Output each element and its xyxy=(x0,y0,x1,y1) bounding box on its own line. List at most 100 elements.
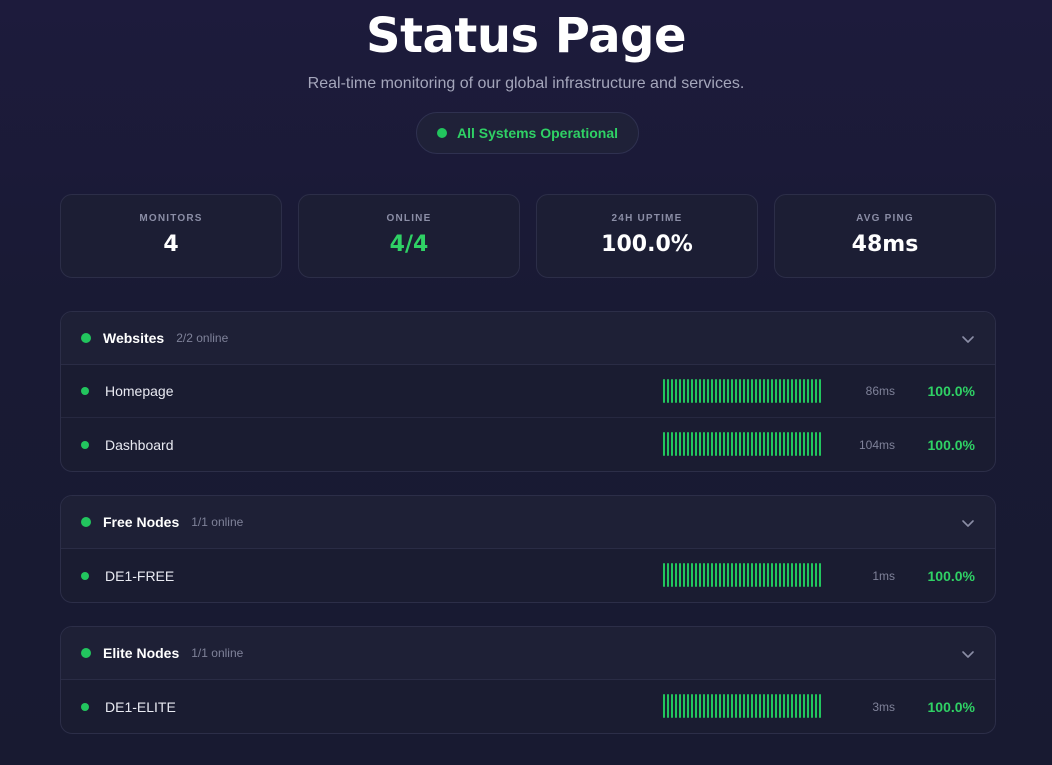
uptime-bar xyxy=(803,379,805,403)
uptime-bar xyxy=(811,694,813,718)
group-online-count: 1/1 online xyxy=(191,646,244,660)
uptime-bar xyxy=(779,563,781,587)
uptime-bar xyxy=(723,694,725,718)
uptime-bar xyxy=(691,563,693,587)
monitor-row-dashboard[interactable]: Dashboard 104ms 100.0% xyxy=(61,418,995,471)
stat-value: 4/4 xyxy=(389,232,429,257)
uptime-bar xyxy=(743,694,745,718)
uptime-bar xyxy=(691,379,693,403)
uptime-bar xyxy=(807,432,809,456)
uptime-bar xyxy=(679,432,681,456)
uptime-bar xyxy=(723,563,725,587)
uptime-bar xyxy=(675,379,677,403)
uptime-bar xyxy=(707,563,709,587)
uptime-bar xyxy=(723,432,725,456)
uptime-bar xyxy=(759,694,761,718)
uptime-bar xyxy=(783,563,785,587)
status-dot-icon xyxy=(81,517,91,527)
uptime-bar xyxy=(771,379,773,403)
uptime-bar xyxy=(695,694,697,718)
uptime-bar xyxy=(667,379,669,403)
status-dot-icon xyxy=(81,571,89,580)
uptime-bar xyxy=(671,432,673,456)
uptime-bar xyxy=(719,563,721,587)
uptime-bar xyxy=(699,694,701,718)
uptime-bar xyxy=(719,432,721,456)
group-header-websites[interactable]: Websites 2/2 online xyxy=(61,312,995,365)
uptime-bar xyxy=(783,379,785,403)
stat-value: 4 xyxy=(163,232,179,257)
uptime-bar xyxy=(739,432,741,456)
uptime-bar xyxy=(747,694,749,718)
uptime-bars xyxy=(663,563,821,587)
group-name: Elite Nodes xyxy=(103,645,180,661)
uptime-bar xyxy=(675,563,677,587)
uptime-bar xyxy=(811,563,813,587)
uptime-bar xyxy=(791,694,793,718)
status-dot-icon xyxy=(436,128,447,138)
uptime-bar xyxy=(803,563,805,587)
uptime-bar xyxy=(743,379,745,403)
stat-label: AVG PING xyxy=(856,213,914,224)
stat-card-uptime: 24H UPTIME 100.0% xyxy=(536,194,758,278)
uptime-bar xyxy=(767,563,769,587)
monitor-group-free-nodes: Free Nodes 1/1 online DE1-FREE 1ms 100.0… xyxy=(60,495,996,603)
stat-value: 48ms xyxy=(851,232,919,257)
status-dot-icon xyxy=(81,648,91,658)
uptime-bar xyxy=(771,432,773,456)
uptime-bar xyxy=(699,432,701,456)
uptime-bar xyxy=(687,563,689,587)
uptime-bar xyxy=(775,432,777,456)
uptime-bar xyxy=(703,694,705,718)
uptime-bar xyxy=(755,694,757,718)
chevron-down-icon[interactable] xyxy=(961,516,975,530)
uptime-bar xyxy=(779,379,781,403)
uptime-bar xyxy=(787,379,789,403)
uptime-bar xyxy=(775,563,777,587)
uptime-bar xyxy=(707,379,709,403)
stat-label: MONITORS xyxy=(139,213,203,224)
uptime-bar xyxy=(755,379,757,403)
uptime-bar xyxy=(735,563,737,587)
uptime-bar xyxy=(751,379,753,403)
uptime-bar xyxy=(707,694,709,718)
status-dot-icon xyxy=(81,440,89,449)
uptime-bar xyxy=(667,432,669,456)
uptime-bar xyxy=(727,563,729,587)
monitor-ping: 86ms xyxy=(865,384,895,398)
uptime-bar xyxy=(787,563,789,587)
uptime-bar xyxy=(771,694,773,718)
overall-status-label: All Systems Operational xyxy=(456,125,619,141)
chevron-down-icon[interactable] xyxy=(961,647,975,661)
uptime-bar xyxy=(715,379,717,403)
monitor-row-de1-free[interactable]: DE1-FREE 1ms 100.0% xyxy=(61,549,995,602)
uptime-bar xyxy=(683,432,685,456)
monitor-row-de1-elite[interactable]: DE1-ELITE 3ms 100.0% xyxy=(61,680,995,733)
monitor-uptime: 100.0% xyxy=(927,567,975,584)
monitor-row-homepage[interactable]: Homepage 86ms 100.0% xyxy=(61,365,995,418)
uptime-bar xyxy=(775,694,777,718)
uptime-bar xyxy=(795,694,797,718)
uptime-bar xyxy=(683,379,685,403)
uptime-bar xyxy=(663,694,665,718)
uptime-bar xyxy=(675,432,677,456)
uptime-bar xyxy=(759,379,761,403)
uptime-bar xyxy=(795,563,797,587)
uptime-bar xyxy=(755,563,757,587)
stat-card-avg-ping: AVG PING 48ms xyxy=(774,194,996,278)
uptime-bar xyxy=(791,563,793,587)
uptime-bar xyxy=(767,432,769,456)
group-header-free-nodes[interactable]: Free Nodes 1/1 online xyxy=(61,496,995,549)
uptime-bar xyxy=(799,379,801,403)
uptime-bar xyxy=(783,432,785,456)
uptime-bar xyxy=(759,432,761,456)
uptime-bar xyxy=(763,379,765,403)
chevron-down-icon[interactable] xyxy=(961,332,975,346)
uptime-bar xyxy=(799,694,801,718)
group-header-elite-nodes[interactable]: Elite Nodes 1/1 online xyxy=(61,627,995,680)
uptime-bar xyxy=(775,379,777,403)
uptime-bar xyxy=(667,694,669,718)
uptime-bar xyxy=(803,694,805,718)
group-name: Websites xyxy=(103,330,165,346)
uptime-bar xyxy=(715,694,717,718)
